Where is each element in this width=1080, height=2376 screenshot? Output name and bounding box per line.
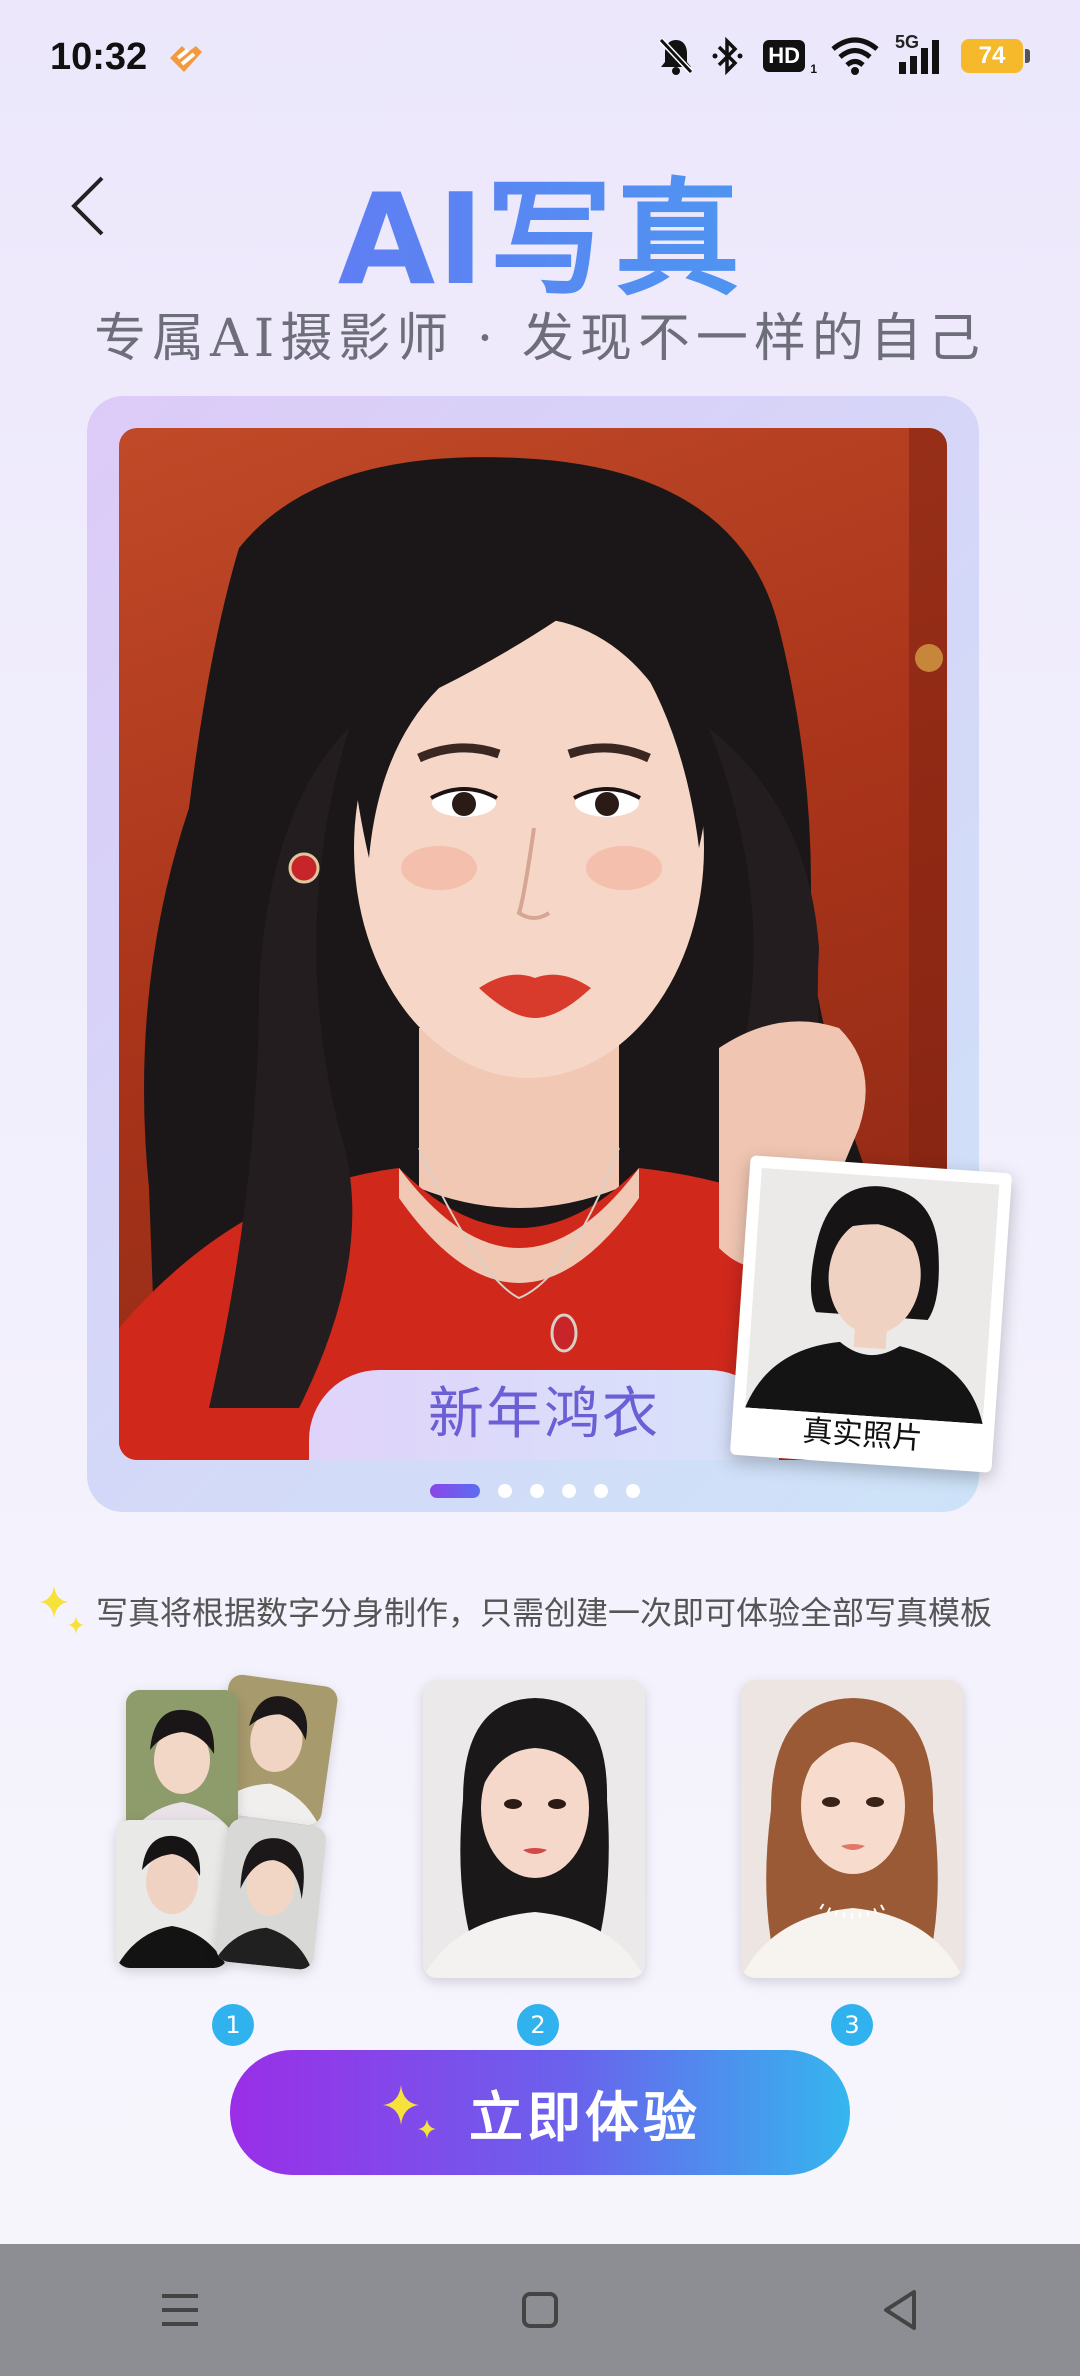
back-triangle-icon (884, 2290, 916, 2330)
sparkle-icon (383, 2084, 436, 2139)
carousel-dot (626, 1484, 640, 1498)
status-icons: HD 1 5G 74 (657, 32, 1030, 76)
status-bar: 10:32 HD 1 5G 74 (0, 0, 1080, 120)
step-1-photo-bottom-left (116, 1820, 228, 1968)
status-time: 10:32 (50, 36, 148, 78)
nav-menu-button[interactable] (140, 2270, 220, 2350)
carousel-dot (562, 1484, 576, 1498)
step-3-photo (741, 1680, 963, 1978)
real-photo-card: 真实照片 (729, 1155, 1013, 1473)
carousel-dot-active (430, 1484, 480, 1498)
system-nav-bar (0, 2244, 1080, 2376)
try-now-button[interactable]: 立即体验 (230, 2050, 850, 2175)
real-photo-image (745, 1168, 1000, 1425)
home-square-icon (522, 2292, 558, 2328)
step-2-photo (423, 1680, 645, 1978)
carousel-indicator (430, 1484, 640, 1498)
wifi-icon (831, 37, 879, 75)
bluetooth-icon (712, 36, 743, 76)
step-2: 2 (423, 1680, 645, 2046)
app-heart-icon (170, 46, 202, 72)
step-number-badge: 3 (831, 2004, 873, 2046)
menu-icon (162, 2294, 198, 2326)
sparkle-icon (40, 1586, 84, 1634)
info-text: 写真将根据数字分身制作，只需创建一次即可体验全部写真模板 (96, 1594, 993, 1632)
step-3: 3 (741, 1680, 963, 2046)
nav-back-button[interactable] (860, 2270, 940, 2350)
mute-bell-icon (659, 37, 694, 75)
carousel-dot (530, 1484, 544, 1498)
step-1-photo-top-left (126, 1690, 238, 1840)
page-subtitle: 专属AI摄影师 · 发现不一样的自己 (94, 309, 986, 369)
try-now-label: 立即体验 (469, 2086, 701, 2149)
style-name-label: 新年鸿衣 (428, 1382, 660, 1447)
step-1: 1 (110, 1673, 340, 2046)
real-photo-portrait (745, 1168, 1000, 1425)
battery-icon: 74 (961, 39, 1030, 73)
step-number-badge: 2 (517, 2004, 559, 2046)
nav-home-button[interactable] (500, 2270, 580, 2350)
carousel-dot (594, 1484, 608, 1498)
page-title: AI写真 (0, 138, 1080, 320)
info-line: 写真将根据数字分身制作，只需创建一次即可体验全部写真模板 (34, 1582, 992, 1640)
step-number-badge: 1 (212, 2004, 254, 2046)
carousel-dot (498, 1484, 512, 1498)
signal-icon: 5G (895, 32, 945, 76)
step-1-photo-bottom-right (214, 1817, 328, 1971)
hd-icon: HD 1 (763, 40, 817, 76)
